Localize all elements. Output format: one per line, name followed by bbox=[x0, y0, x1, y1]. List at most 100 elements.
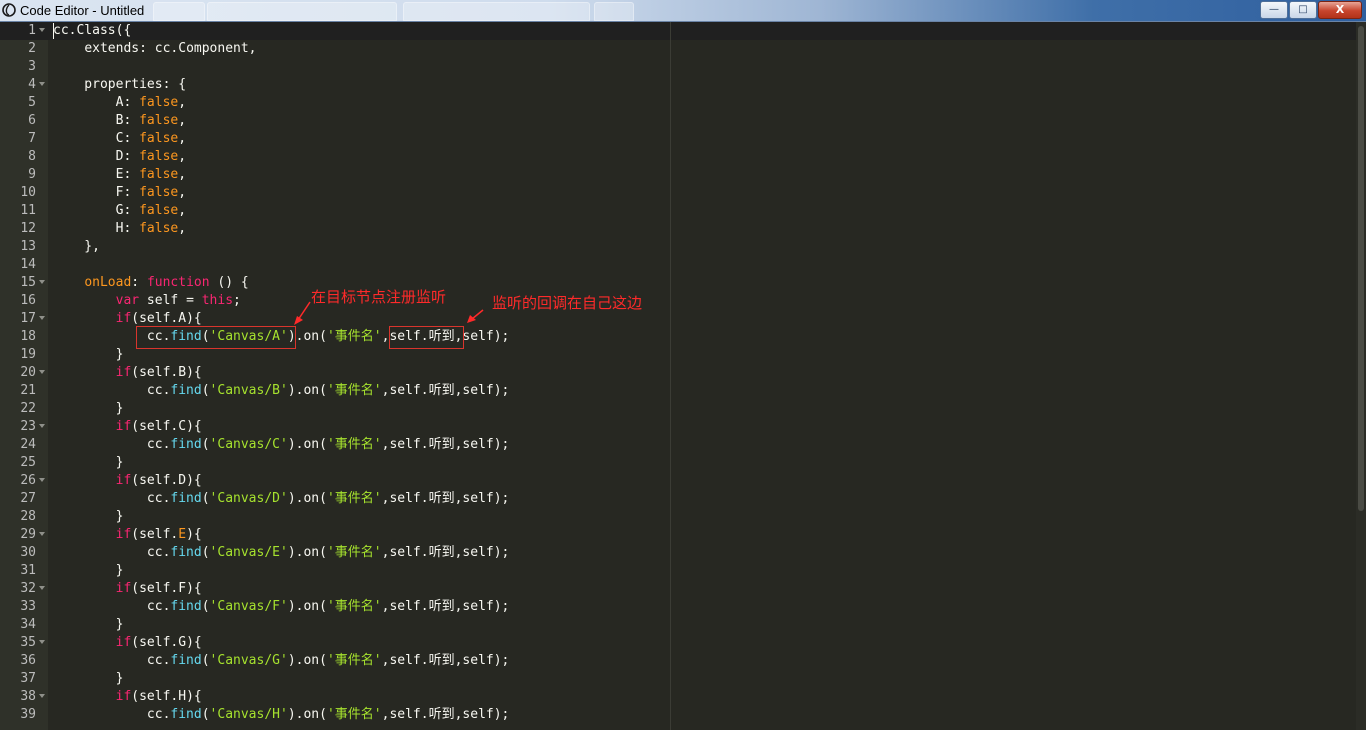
code-line[interactable]: 33 cc.find('Canvas/F').on('事件名',self.听到,… bbox=[0, 598, 1356, 616]
code-line[interactable]: 8 D: false, bbox=[0, 148, 1356, 166]
code-line[interactable]: 10 F: false, bbox=[0, 184, 1356, 202]
background-tab bbox=[207, 2, 397, 21]
scrollbar-thumb[interactable] bbox=[1358, 26, 1364, 511]
code-text: cc.find('Canvas/H').on('事件名',self.听到,sel… bbox=[53, 707, 510, 722]
code-line[interactable]: 20 if(self.B){ bbox=[0, 364, 1356, 382]
code-text: if(self.G){ bbox=[115, 635, 202, 650]
background-tab bbox=[153, 2, 205, 21]
code-line[interactable]: 36 cc.find('Canvas/G').on('事件名',self.听到,… bbox=[0, 652, 1356, 670]
line-number: 36 bbox=[20, 653, 36, 668]
highlight-box-callback bbox=[389, 326, 464, 349]
line-number: 12 bbox=[20, 221, 36, 236]
code-line[interactable]: 21 cc.find('Canvas/B').on('事件名',self.听到,… bbox=[0, 382, 1356, 400]
code-line[interactable]: 32 if(self.F){ bbox=[0, 580, 1356, 598]
code-line[interactable]: 34 } bbox=[0, 616, 1356, 634]
line-number: 14 bbox=[20, 257, 36, 272]
window-controls: — □ X bbox=[1260, 1, 1362, 19]
code-text: A: false, bbox=[53, 95, 187, 110]
code-line[interactable]: 9 E: false, bbox=[0, 166, 1356, 184]
fold-arrow-icon[interactable] bbox=[39, 640, 45, 644]
line-number: 3 bbox=[28, 59, 36, 74]
code-line[interactable]: 35 if(self.G){ bbox=[0, 634, 1356, 652]
highlight-box-find-target bbox=[136, 326, 296, 349]
code-line[interactable]: 3 bbox=[0, 58, 1356, 76]
code-line[interactable]: 1 cc.Class({ bbox=[0, 22, 1356, 40]
annotation-callback-location: 监听的回调在自己这边 bbox=[492, 294, 643, 312]
code-text: if(self.D){ bbox=[115, 473, 202, 488]
code-text: B: false, bbox=[53, 113, 187, 128]
fold-arrow-icon[interactable] bbox=[39, 694, 45, 698]
code-text: F: false, bbox=[53, 185, 187, 200]
text-cursor bbox=[53, 23, 54, 39]
code-text: } bbox=[53, 455, 124, 470]
line-number: 32 bbox=[20, 581, 36, 596]
line-number: 27 bbox=[20, 491, 36, 506]
line-number: 15 bbox=[20, 275, 36, 290]
arrow-icon bbox=[467, 309, 484, 323]
line-number: 6 bbox=[28, 113, 36, 128]
code-line[interactable]: 23 if(self.C){ bbox=[0, 418, 1356, 436]
line-number: 20 bbox=[20, 365, 36, 380]
line-number: 24 bbox=[20, 437, 36, 452]
code-line[interactable]: 30 cc.find('Canvas/E').on('事件名',self.听到,… bbox=[0, 544, 1356, 562]
code-line[interactable]: 4 properties: { bbox=[0, 76, 1356, 94]
line-number: 4 bbox=[28, 77, 36, 92]
code-line[interactable]: 13 }, bbox=[0, 238, 1356, 256]
code-text: } bbox=[53, 617, 124, 632]
code-line[interactable]: 25 } bbox=[0, 454, 1356, 472]
line-number: 23 bbox=[20, 419, 36, 434]
code-line[interactable]: 27 cc.find('Canvas/D').on('事件名',self.听到,… bbox=[0, 490, 1356, 508]
code-text: cc.find('Canvas/B').on('事件名',self.听到,sel… bbox=[53, 383, 510, 398]
fold-arrow-icon[interactable] bbox=[39, 28, 45, 32]
line-number: 38 bbox=[20, 689, 36, 704]
line-number: 2 bbox=[28, 41, 36, 56]
code-line[interactable]: 26 if(self.D){ bbox=[0, 472, 1356, 490]
code-text: H: false, bbox=[53, 221, 187, 236]
fold-arrow-icon[interactable] bbox=[39, 280, 45, 284]
fold-arrow-icon[interactable] bbox=[39, 316, 45, 320]
code-line[interactable]: 5 A: false, bbox=[0, 94, 1356, 112]
code-text: onLoad: function () { bbox=[84, 275, 249, 290]
code-line[interactable]: 38 if(self.H){ bbox=[0, 688, 1356, 706]
line-number: 33 bbox=[20, 599, 36, 614]
fold-arrow-icon[interactable] bbox=[39, 370, 45, 374]
maximize-button[interactable]: □ bbox=[1289, 1, 1317, 19]
code-line[interactable]: 22 } bbox=[0, 400, 1356, 418]
code-text: } bbox=[53, 509, 124, 524]
line-number: 28 bbox=[20, 509, 36, 524]
code-line[interactable]: 12 H: false, bbox=[0, 220, 1356, 238]
code-line[interactable]: 6 B: false, bbox=[0, 112, 1356, 130]
line-number: 10 bbox=[20, 185, 36, 200]
code-line[interactable]: 24 cc.find('Canvas/C').on('事件名',self.听到,… bbox=[0, 436, 1356, 454]
code-editor[interactable]: 1 cc.Class({2 extends: cc.Component, 3 4 pr… bbox=[0, 22, 1366, 730]
code-text: if(self.F){ bbox=[115, 581, 202, 596]
code-line[interactable]: 28 } bbox=[0, 508, 1356, 526]
code-text: extends: cc.Component, bbox=[84, 41, 257, 56]
code-line[interactable]: 37 } bbox=[0, 670, 1356, 688]
fold-arrow-icon[interactable] bbox=[39, 82, 45, 86]
code-line[interactable]: 2 extends: cc.Component, bbox=[0, 40, 1356, 58]
fold-arrow-icon[interactable] bbox=[39, 532, 45, 536]
minimize-button[interactable]: — bbox=[1260, 1, 1288, 19]
code-lines[interactable]: 1 cc.Class({2 extends: cc.Component, 3 4 pr… bbox=[0, 22, 1356, 724]
code-line[interactable]: 14 bbox=[0, 256, 1356, 274]
app-icon bbox=[2, 3, 16, 17]
code-line[interactable]: 31 } bbox=[0, 562, 1356, 580]
code-line[interactable]: 16 var self = this; bbox=[0, 292, 1356, 310]
code-line[interactable]: 7 C: false, bbox=[0, 130, 1356, 148]
fold-arrow-icon[interactable] bbox=[39, 586, 45, 590]
background-tab bbox=[403, 2, 590, 21]
code-text: D: false, bbox=[53, 149, 187, 164]
fold-arrow-icon[interactable] bbox=[39, 478, 45, 482]
background-tab bbox=[594, 2, 634, 21]
line-number: 26 bbox=[20, 473, 36, 488]
arrow-icon bbox=[294, 301, 311, 325]
code-text: G: false, bbox=[53, 203, 187, 218]
fold-arrow-icon[interactable] bbox=[39, 424, 45, 428]
code-text: cc.find('Canvas/E').on('事件名',self.听到,sel… bbox=[53, 545, 510, 560]
close-button[interactable]: X bbox=[1318, 1, 1362, 19]
code-line[interactable]: 39 cc.find('Canvas/H').on('事件名',self.听到,… bbox=[0, 706, 1356, 724]
code-line[interactable]: 29 if(self.E){ bbox=[0, 526, 1356, 544]
code-line[interactable]: 11 G: false, bbox=[0, 202, 1356, 220]
code-line[interactable]: 15 onLoad: function () { bbox=[0, 274, 1356, 292]
